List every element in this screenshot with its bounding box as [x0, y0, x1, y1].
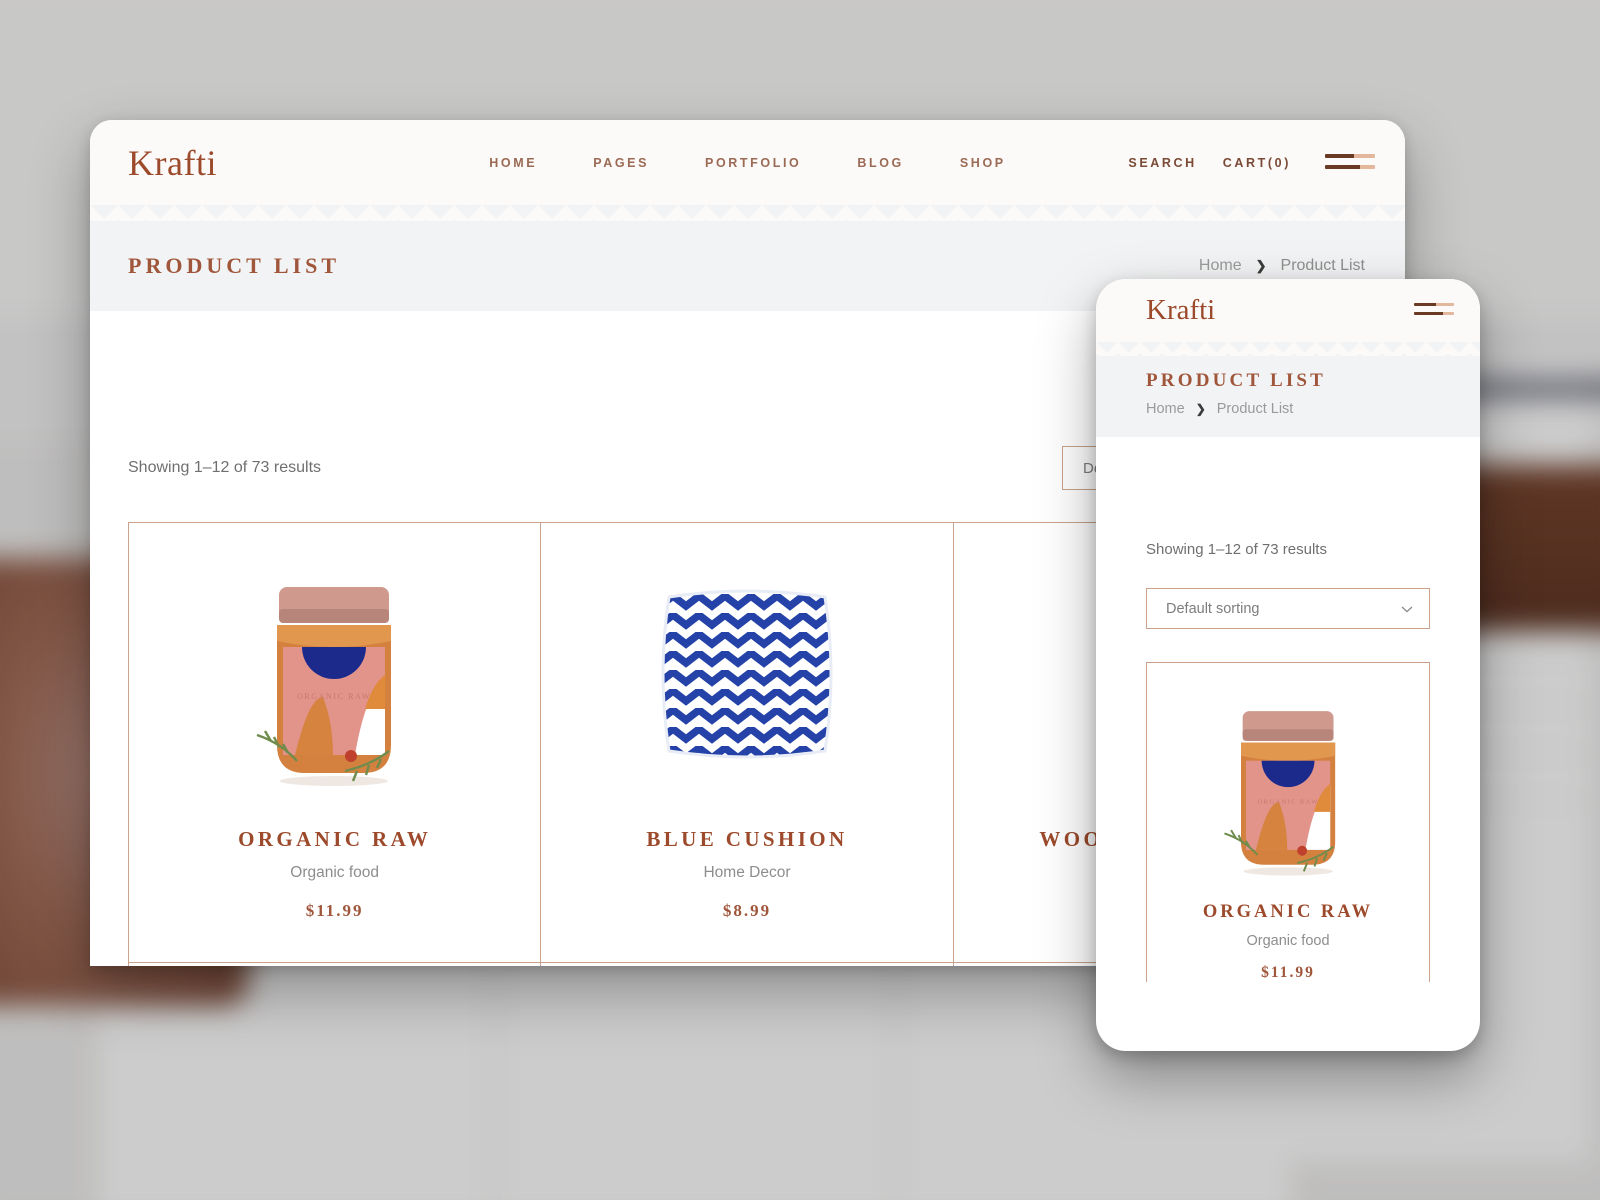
hamburger-icon[interactable]: [1325, 153, 1375, 172]
product-title: ORGANIC RAW: [1202, 902, 1374, 922]
nav-item-shop[interactable]: SHOP: [960, 156, 1006, 170]
product-card[interactable]: ORGANIC RAW ORGANIC RAW Organic food $11…: [129, 523, 542, 963]
zigzag-divider: [1096, 342, 1480, 356]
brand-logo[interactable]: Krafti: [1146, 294, 1215, 327]
hamburger-icon[interactable]: [1414, 303, 1454, 318]
results-count: Showing 1–12 of 73 results: [128, 459, 322, 476]
svg-text:ORGANIC RAW: ORGANIC RAW: [1257, 798, 1318, 805]
product-price: $11.99: [1261, 964, 1315, 981]
breadcrumb-current: Product List: [1280, 257, 1365, 274]
product-card[interactable]: BLUE CUSHION Home Decor $8.99: [541, 523, 954, 963]
product-category: Home Decor: [703, 864, 791, 881]
chevron-right-icon: ❯: [1255, 258, 1267, 273]
sorting-select[interactable]: Default sorting: [1146, 588, 1430, 629]
product-title: BLUE CUSHION: [646, 827, 848, 851]
nav-item-blog[interactable]: BLOG: [857, 156, 904, 170]
breadcrumb: Home ❯ Product List: [1146, 401, 1480, 417]
mobile-page-banner: PRODUCT LIST Home ❯ Product List: [1096, 356, 1480, 437]
honey-jar-image: ORGANIC RAW: [247, 551, 422, 797]
mobile-shop-content: Showing 1–12 of 73 results Default sorti…: [1096, 437, 1480, 982]
site-header: Krafti HOME PAGES PORTFOLIO BLOG SHOP SE…: [90, 120, 1405, 205]
breadcrumb-current: Product List: [1216, 401, 1294, 417]
svg-text:ORGANIC RAW: ORGANIC RAW: [297, 692, 371, 701]
blue-chevron-cushion-image: [647, 551, 847, 797]
cart-button[interactable]: CART(0): [1223, 156, 1291, 170]
zigzag-divider: [90, 205, 1405, 221]
breadcrumb: Home ❯ Product List: [1199, 257, 1365, 275]
chevron-right-icon: ❯: [1195, 402, 1206, 416]
product-card[interactable]: ORGANIC RAW ORGANIC RAW Organic food $11…: [1146, 662, 1430, 982]
page-title: PRODUCT LIST: [128, 253, 341, 278]
breadcrumb-home[interactable]: Home: [1199, 257, 1242, 275]
mobile-site-header: Krafti: [1096, 279, 1480, 342]
product-title: ORGANIC RAW: [238, 827, 432, 851]
nav-item-pages[interactable]: PAGES: [593, 156, 649, 170]
mobile-phone-mockup: Krafti PRODUCT LIST Home ❯ Product List …: [1096, 279, 1480, 1051]
header-utilities: SEARCH CART(0): [1128, 120, 1375, 205]
nav-item-home[interactable]: HOME: [489, 156, 537, 170]
chevron-down-icon: [1401, 601, 1413, 617]
product-category: Organic food: [1246, 933, 1330, 949]
product-price: $8.99: [722, 901, 772, 920]
product-category: Organic food: [290, 864, 380, 881]
honey-jar-image: ORGANIC RAW: [1216, 685, 1361, 880]
nav-item-portfolio[interactable]: PORTFOLIO: [705, 156, 801, 170]
page-title: PRODUCT LIST: [1146, 370, 1327, 391]
sorting-select-value: Default sorting: [1166, 600, 1260, 617]
product-card-next-row[interactable]: [129, 963, 542, 966]
results-count: Showing 1–12 of 73 results: [1146, 541, 1327, 558]
product-card-next-row[interactable]: [541, 963, 954, 966]
breadcrumb-home[interactable]: Home: [1146, 401, 1185, 417]
search-button[interactable]: SEARCH: [1128, 156, 1196, 170]
product-price: $11.99: [305, 901, 364, 920]
brand-logo[interactable]: Krafti: [128, 142, 217, 184]
